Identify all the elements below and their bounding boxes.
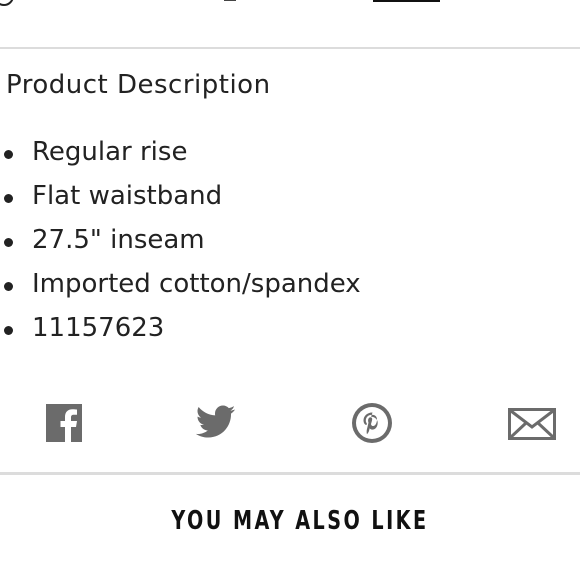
cut-off-text xyxy=(224,0,236,1)
radio-icon[interactable] xyxy=(0,0,14,6)
product-description-heading: Product Description xyxy=(6,70,271,100)
list-item: Flat waistband xyxy=(0,174,361,218)
list-item: Regular rise xyxy=(0,130,361,174)
bullet-icon xyxy=(4,194,13,203)
list-item-text: Flat waistband xyxy=(32,181,223,211)
previous-section-row xyxy=(0,0,580,48)
email-icon xyxy=(508,408,556,440)
pinterest-icon xyxy=(352,403,392,443)
share-twitter-button[interactable] xyxy=(196,405,236,439)
list-item-text: 11157623 xyxy=(32,313,165,343)
share-facebook-button[interactable] xyxy=(46,404,82,442)
bullet-icon xyxy=(4,282,13,291)
list-item: 11157623 xyxy=(0,306,361,350)
list-item-text: Regular rise xyxy=(32,137,188,167)
list-item: Imported cotton/spandex xyxy=(0,262,361,306)
bullet-icon xyxy=(4,150,13,159)
facebook-icon xyxy=(46,404,82,442)
list-item-text: 27.5" inseam xyxy=(32,225,205,255)
cut-off-link[interactable] xyxy=(373,0,440,2)
social-share-bar xyxy=(0,400,580,450)
bullet-icon xyxy=(4,238,13,247)
share-pinterest-button[interactable] xyxy=(351,402,393,444)
divider xyxy=(0,472,580,475)
bullet-icon xyxy=(4,326,13,335)
share-email-button[interactable] xyxy=(508,408,556,440)
list-item: 27.5" inseam xyxy=(0,218,361,262)
list-item-text: Imported cotton/spandex xyxy=(32,269,361,299)
product-description-list: Regular rise Flat waistband 27.5" inseam… xyxy=(0,130,361,350)
twitter-icon xyxy=(196,405,236,438)
divider xyxy=(0,47,580,49)
you-may-also-like-heading: YOU MAY ALSO LIKE xyxy=(171,506,429,536)
